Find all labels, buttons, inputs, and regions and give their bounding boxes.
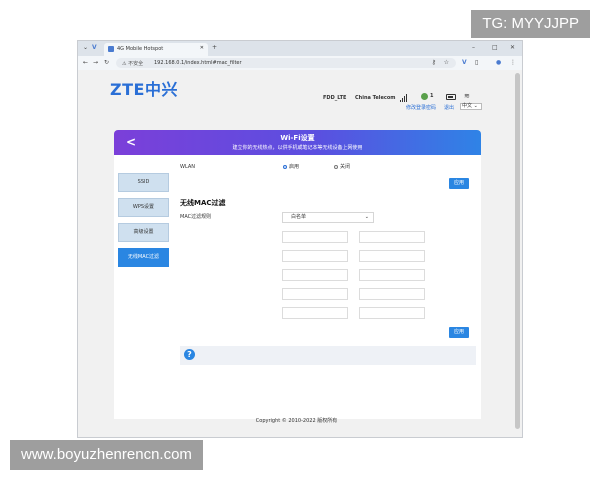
key-icon[interactable]: ⚷ (432, 59, 436, 66)
address-bar[interactable]: ⚠ 不安全 192.168.0.1/index.html#mac_filter … (116, 58, 456, 68)
tab-router[interactable]: 4G Mobile Hotspot ✕ (104, 43, 208, 56)
change-password-link[interactable]: 修改登录密码 (406, 104, 436, 111)
address-bar-row: ← → ↻ ⚠ 不安全 192.168.0.1/index.html#mac_f… (78, 56, 522, 70)
logout-link[interactable]: 退出 (444, 104, 454, 111)
network-type: FDD_LTE (323, 95, 347, 101)
apply-button-mac[interactable]: 应用 (449, 327, 469, 338)
mac-filter-section-title: 无线MAC过滤 (180, 199, 226, 207)
wifi-icon: ≋ (464, 92, 470, 100)
mac-input-4[interactable] (359, 250, 425, 262)
menu-icon[interactable]: ⋮ (510, 59, 516, 66)
close-window-icon[interactable]: ✕ (510, 44, 515, 51)
help-bar: ? (180, 346, 476, 365)
watermark-bottom-left: www.boyuzhenrencn.com (10, 440, 203, 470)
maximize-icon[interactable]: □ (492, 44, 498, 51)
favicon-icon (108, 46, 114, 52)
bookmark-star-icon[interactable]: ☆ (444, 59, 449, 66)
mac-input-10[interactable] (359, 307, 425, 319)
tab-title: 4G Mobile Hotspot (117, 46, 164, 52)
url-text: 192.168.0.1/index.html#mac_filter (154, 60, 242, 66)
sidebar-item-ssid[interactable]: SSID (118, 173, 169, 192)
router-page: ZTE中兴 FDD_LTE China Telecom 1 ≋ 修改登录密码 退… (78, 70, 515, 437)
browser-logo-icon: V (92, 44, 97, 51)
mac-input-9[interactable] (282, 307, 348, 319)
banner-subtitle: 建立你的无线热点，以供手机或笔记本等无线设备上网使用 (232, 145, 363, 151)
browser-window: ⌄ V 4G Mobile Hotspot ✕ + – □ ✕ ← → ↻ ⚠ … (77, 40, 523, 438)
reload-icon[interactable]: ↻ (104, 59, 109, 66)
sidebar-item-wps[interactable]: WPS设置 (118, 198, 169, 217)
tab-bar: ⌄ V 4G Mobile Hotspot ✕ + – □ ✕ (78, 41, 522, 56)
wlan-disable-radio[interactable]: 关闭 (334, 163, 350, 170)
forward-icon[interactable]: → (93, 59, 98, 66)
zte-logo: ZTE中兴 (110, 80, 178, 99)
downloads-icon[interactable]: ▯ (475, 59, 478, 66)
apply-button-wlan[interactable]: 应用 (449, 178, 469, 189)
mac-input-6[interactable] (359, 269, 425, 281)
help-icon[interactable]: ? (184, 349, 195, 360)
sidebar-item-advanced[interactable]: 高级设置 (118, 223, 169, 242)
mac-input-2[interactable] (359, 231, 425, 243)
mac-rule-label: MAC过滤规则 (180, 214, 212, 220)
mac-input-8[interactable] (359, 288, 425, 300)
copyright-footer: Copyright © 2010-2022 版权所有 (255, 418, 338, 424)
language-value: 中文 (462, 103, 473, 109)
extension-icon[interactable]: V (462, 59, 467, 66)
signal-icon (400, 94, 408, 102)
not-secure-label: ⚠ 不安全 (122, 61, 144, 67)
wifi-settings-banner: < Wi-Fi设置 建立你的无线热点，以供手机或笔记本等无线设备上网使用 (114, 130, 481, 155)
mac-input-3[interactable] (282, 250, 348, 262)
new-tab-button[interactable]: + (212, 44, 217, 51)
mac-input-7[interactable] (282, 288, 348, 300)
internet-globe-icon (421, 93, 428, 100)
profile-icon[interactable]: ● (496, 59, 501, 66)
settings-panel: SSID WPS设置 高级设置 无线MAC过滤 WLAN 启用 关闭 应用 无线… (114, 155, 481, 419)
wlan-enable-radio[interactable]: 启用 (283, 163, 299, 170)
battery-icon (446, 94, 456, 100)
chevron-down-icon: ⌄ (364, 214, 369, 220)
mac-rule-select[interactable]: 白名单 ⌄ (282, 212, 374, 223)
tab-close-icon[interactable]: ✕ (200, 45, 204, 51)
scrollbar-thumb[interactable] (515, 73, 520, 429)
tab-search-icon[interactable]: ⌄ (83, 44, 88, 51)
wlan-label: WLAN (180, 164, 196, 170)
mac-input-1[interactable] (282, 231, 348, 243)
banner-title: Wi-Fi设置 (280, 134, 315, 142)
carrier-name: China Telecom (355, 95, 396, 101)
scrollbar[interactable] (513, 70, 522, 437)
mac-input-5[interactable] (282, 269, 348, 281)
signal-count: 1 (430, 93, 434, 99)
back-icon[interactable]: ← (83, 59, 88, 66)
sidebar-item-mac-filter[interactable]: 无线MAC过滤 (118, 248, 169, 267)
minimize-icon[interactable]: – (472, 44, 475, 51)
language-select[interactable]: 中文 ⌄ (460, 103, 482, 110)
watermark-top-right: TG: MYYJJPP (471, 10, 590, 38)
